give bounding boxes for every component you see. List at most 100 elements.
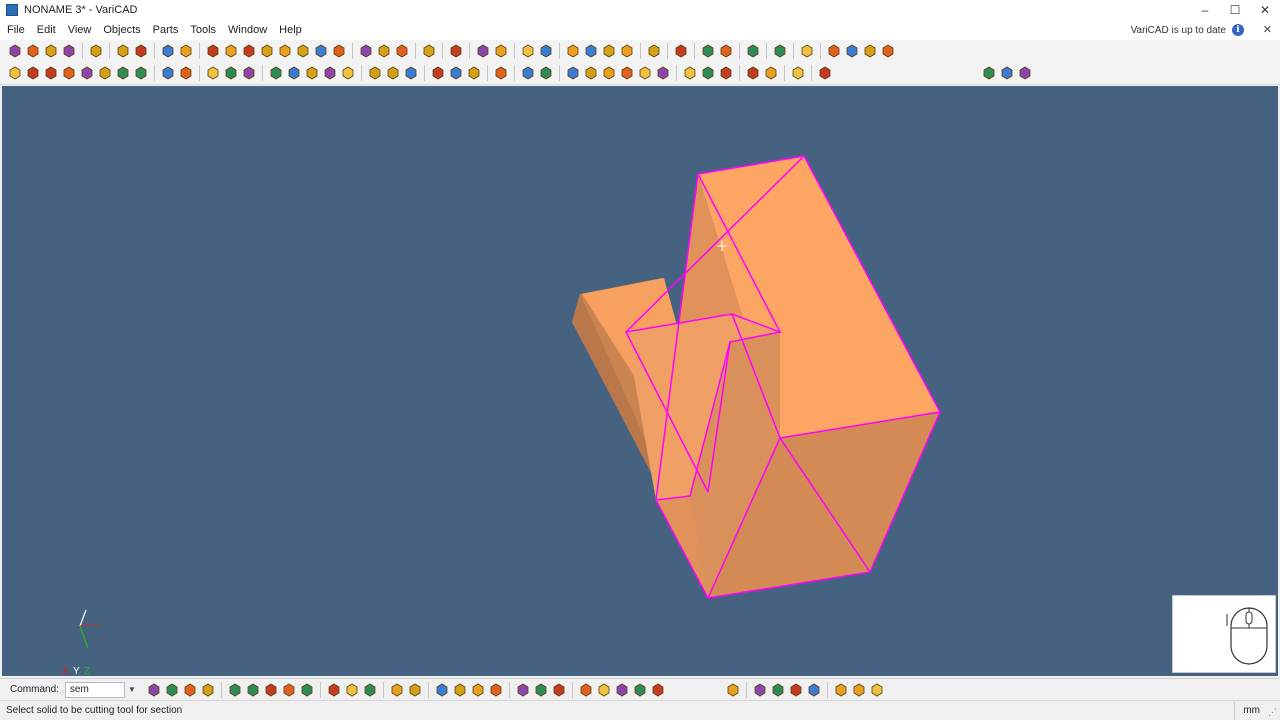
hatch2-icon[interactable] [533, 682, 549, 698]
bom-icon[interactable] [790, 65, 806, 81]
tool2-icon[interactable] [770, 682, 786, 698]
tool3-icon[interactable] [788, 682, 804, 698]
torus-icon[interactable] [295, 43, 311, 59]
trim-icon[interactable] [227, 682, 243, 698]
save-all-icon[interactable] [61, 43, 77, 59]
display2-icon[interactable] [799, 43, 815, 59]
red-arrow-up-icon[interactable] [326, 682, 342, 698]
pipe-icon[interactable] [277, 43, 293, 59]
menu-help[interactable]: Help [273, 24, 308, 36]
command-input[interactable]: sem [64, 681, 125, 698]
point-icon[interactable] [7, 65, 23, 81]
extend-icon[interactable] [245, 682, 261, 698]
mirror-icon[interactable] [61, 65, 77, 81]
3d-viewport[interactable]: X Y Z [2, 86, 1278, 676]
mod2-icon[interactable] [596, 682, 612, 698]
align4-icon[interactable] [488, 682, 504, 698]
cone-icon[interactable] [241, 43, 257, 59]
units-indicator[interactable]: mm [1234, 701, 1260, 720]
tool1-icon[interactable] [752, 682, 768, 698]
box-icon[interactable] [205, 43, 221, 59]
align3-icon[interactable] [470, 682, 486, 698]
subtract-icon[interactable] [160, 65, 176, 81]
paste-icon[interactable] [133, 43, 149, 59]
edit-solid-icon[interactable] [520, 43, 536, 59]
extrude-icon[interactable] [304, 65, 320, 81]
view-2d-icon[interactable] [981, 65, 997, 81]
menu-window[interactable]: Window [222, 24, 273, 36]
measure3-icon[interactable] [601, 43, 617, 59]
delete-icon[interactable] [25, 65, 41, 81]
menu-file[interactable]: File [0, 24, 31, 36]
align1-icon[interactable] [434, 682, 450, 698]
constraint5-icon[interactable] [637, 65, 653, 81]
fillet-icon[interactable] [115, 65, 131, 81]
color-icon[interactable] [673, 43, 689, 59]
part-icon[interactable] [745, 65, 761, 81]
mod1-icon[interactable] [578, 682, 594, 698]
measure2-icon[interactable] [583, 43, 599, 59]
resize-grip-icon[interactable]: ⋰ [1268, 707, 1277, 718]
viewport-canvas[interactable]: X Y Z [2, 86, 1278, 676]
rotate-icon[interactable] [43, 65, 59, 81]
zoom-out-icon[interactable] [844, 43, 860, 59]
dim3-icon[interactable] [718, 65, 734, 81]
cylinder-icon[interactable] [223, 43, 239, 59]
paint-icon[interactable] [833, 682, 849, 698]
close-button[interactable]: ✕ [1250, 0, 1280, 20]
view-side-icon[interactable] [394, 43, 410, 59]
red-arrow-mid-icon[interactable] [344, 682, 360, 698]
hatch1-icon[interactable] [515, 682, 531, 698]
dim2-icon[interactable] [700, 65, 716, 81]
transform-icon[interactable] [538, 43, 554, 59]
loft-icon[interactable] [322, 65, 338, 81]
shading-icon[interactable] [745, 43, 761, 59]
cursor-icon[interactable] [725, 682, 741, 698]
solid-box-icon[interactable] [146, 682, 162, 698]
hatch3-icon[interactable] [551, 682, 567, 698]
red-arrow-down-icon[interactable] [362, 682, 378, 698]
revolve-icon[interactable] [331, 43, 347, 59]
print-icon[interactable] [88, 43, 104, 59]
feature3-icon[interactable] [466, 65, 482, 81]
solid-orange-icon[interactable] [869, 682, 885, 698]
align2-icon[interactable] [452, 682, 468, 698]
union-icon[interactable] [178, 65, 194, 81]
tool4-icon[interactable] [806, 682, 822, 698]
shell-icon[interactable] [340, 65, 356, 81]
menu-edit[interactable]: Edit [31, 24, 62, 36]
mod4-icon[interactable] [632, 682, 648, 698]
zoom-all-icon[interactable] [718, 43, 734, 59]
edge-icon[interactable] [97, 65, 113, 81]
zoom-prev-icon[interactable] [862, 43, 878, 59]
join-icon[interactable] [299, 682, 315, 698]
menu-parts[interactable]: Parts [147, 24, 185, 36]
settings-icon[interactable] [817, 65, 833, 81]
solid-yellow-icon[interactable] [851, 682, 867, 698]
assembly-icon[interactable] [763, 65, 779, 81]
menu-tools[interactable]: Tools [184, 24, 222, 36]
slice-icon[interactable] [268, 65, 284, 81]
sphere-icon[interactable] [259, 43, 275, 59]
dim-icon[interactable] [682, 65, 698, 81]
open-file-icon[interactable] [25, 43, 41, 59]
chamfer-icon[interactable] [133, 65, 149, 81]
iso-view-icon[interactable] [421, 43, 437, 59]
break-icon[interactable] [281, 682, 297, 698]
view-2d-3d-icon[interactable] [999, 65, 1015, 81]
rotate-ccw-icon[interactable] [407, 682, 423, 698]
wedge-icon[interactable] [286, 65, 302, 81]
bolt-icon[interactable] [367, 65, 383, 81]
undo-icon[interactable] [160, 43, 176, 59]
new-file-icon[interactable] [7, 43, 23, 59]
solid-corner-icon[interactable] [182, 682, 198, 698]
measure-icon[interactable] [565, 43, 581, 59]
move-icon[interactable] [241, 65, 257, 81]
rotate-cw-icon[interactable] [389, 682, 405, 698]
constraint3-icon[interactable] [601, 65, 617, 81]
mod5-icon[interactable] [650, 682, 666, 698]
group-icon[interactable] [493, 65, 509, 81]
snap-icon[interactable] [538, 65, 554, 81]
constraint2-icon[interactable] [583, 65, 599, 81]
color-picker-icon[interactable] [205, 65, 221, 81]
